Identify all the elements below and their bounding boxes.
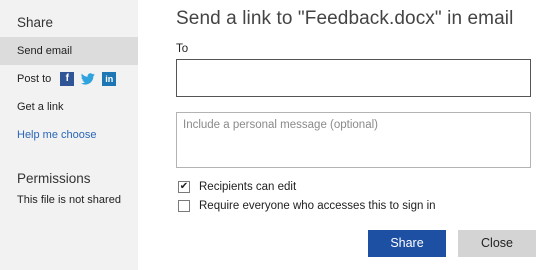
sidebar-item-send-email[interactable]: Send email [0, 37, 138, 65]
require-sign-in-option[interactable]: Require everyone who accesses this to si… [178, 200, 436, 212]
require-sign-in-checkbox[interactable] [178, 200, 190, 212]
help-me-choose-link[interactable]: Help me choose [0, 121, 138, 149]
sidebar-item-get-a-link[interactable]: Get a link [0, 93, 138, 121]
dialog-title: Send a link to "Feedback.docx" in email [176, 8, 514, 29]
require-sign-in-label: Require everyone who accesses this to si… [199, 200, 436, 212]
to-recipients-field[interactable] [176, 59, 531, 97]
permissions-heading: Permissions [17, 171, 91, 186]
sidebar-item-label: Post to [17, 73, 52, 85]
recipients-can-edit-option[interactable]: ✔ Recipients can edit [178, 181, 296, 193]
recipients-can-edit-checkbox[interactable]: ✔ [178, 181, 190, 193]
sidebar-item-post-to[interactable]: Post to f in [0, 65, 138, 93]
linkedin-icon[interactable]: in [102, 72, 117, 86]
share-sidebar: Share Send email Post to f in Get a link… [0, 0, 138, 270]
close-button[interactable]: Close [458, 230, 536, 257]
to-label: To [176, 43, 189, 55]
facebook-icon[interactable]: f [60, 72, 75, 86]
twitter-icon[interactable] [81, 72, 96, 86]
sidebar-heading-share: Share [17, 15, 54, 30]
permissions-status: This file is not shared [17, 194, 121, 206]
personal-message-field[interactable] [176, 112, 531, 168]
share-button[interactable]: Share [368, 230, 446, 257]
recipients-can-edit-label: Recipients can edit [199, 181, 297, 193]
